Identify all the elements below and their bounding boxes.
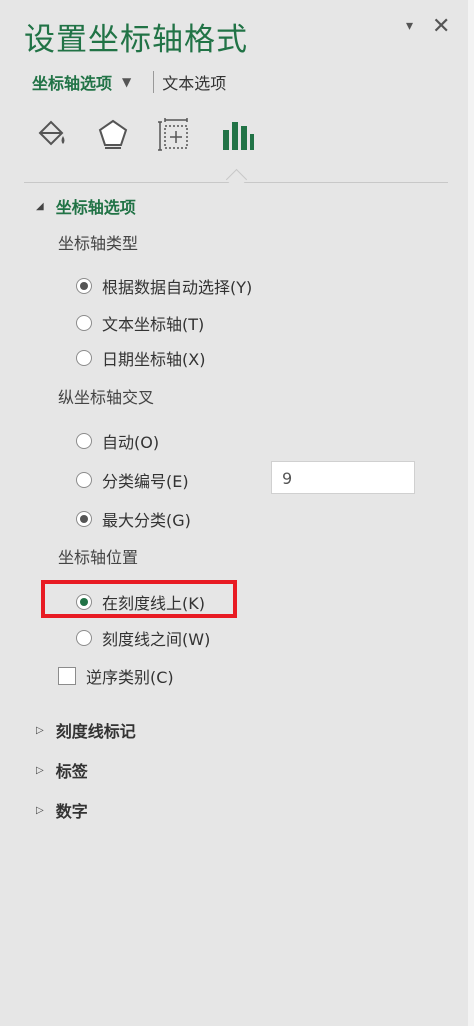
category-icon-bar — [32, 116, 262, 156]
radio-between-tick-marks[interactable]: 刻度线之间(W) — [76, 626, 210, 650]
radio-label: 文本坐标轴(T) — [102, 315, 205, 334]
radio-indicator[interactable] — [76, 511, 92, 527]
triangle-down-icon: ◢ — [36, 200, 44, 212]
radio-indicator[interactable] — [76, 472, 92, 488]
pane-title: 设置坐标轴格式 — [24, 22, 248, 58]
axis-type-label: 坐标轴类型 — [58, 234, 139, 253]
size-properties-icon[interactable] — [156, 116, 194, 154]
section-tick-marks[interactable]: ▷ 刻度线标记 — [36, 718, 136, 742]
radio-indicator[interactable] — [76, 278, 92, 294]
radio-label: 自动(O) — [102, 433, 160, 452]
tab-text-options[interactable]: 文本选项 — [162, 70, 226, 94]
triangle-right-icon: ▷ — [36, 804, 44, 816]
active-tab-pointer — [225, 168, 248, 191]
tab-separator — [153, 71, 155, 93]
section-axis-options[interactable]: ◢ 坐标轴选项 — [36, 194, 136, 218]
pentagon-effects-icon[interactable] — [94, 116, 132, 154]
section-number[interactable]: ▷ 数字 — [36, 798, 88, 822]
radio-indicator[interactable] — [76, 350, 92, 366]
chevron-down-icon[interactable]: ▼ — [122, 75, 131, 89]
radio-auto-select[interactable]: 根据数据自动选择(Y) — [76, 274, 252, 298]
radio-text-axis[interactable]: 文本坐标轴(T) — [76, 311, 204, 335]
section-axis-options-label: 坐标轴选项 — [55, 198, 136, 217]
format-axis-pane: 设置坐标轴格式 ▾ ✕ 坐标轴选项 ▼ 文本选项 ◢ 坐标轴选项 坐标轴类型 根… — [0, 0, 474, 1026]
radio-indicator[interactable] — [76, 433, 92, 449]
triangle-right-icon: ▷ — [36, 764, 44, 776]
radio-cross-auto[interactable]: 自动(O) — [76, 429, 159, 453]
radio-label: 分类编号(E) — [102, 472, 189, 491]
radio-max-category[interactable]: 最大分类(G) — [76, 507, 191, 531]
section-labels-label: 标签 — [55, 762, 88, 781]
radio-label: 日期坐标轴(X) — [102, 350, 206, 369]
highlight-box — [41, 580, 237, 618]
close-icon[interactable]: ✕ — [432, 14, 450, 39]
checkbox-label: 逆序类别(C) — [86, 668, 174, 687]
pane-options-dropdown-icon[interactable]: ▾ — [406, 18, 413, 34]
option-tabs: 坐标轴选项 ▼ 文本选项 — [32, 70, 226, 94]
section-tick-marks-label: 刻度线标记 — [55, 722, 136, 741]
section-number-label: 数字 — [55, 802, 88, 821]
checkbox-reverse-order[interactable]: 逆序类别(C) — [58, 664, 174, 688]
pane-scroll-edge — [468, 0, 474, 1026]
radio-label: 最大分类(G) — [102, 511, 191, 530]
fill-bucket-icon[interactable] — [32, 116, 70, 154]
triangle-right-icon: ▷ — [36, 724, 44, 736]
radio-indicator[interactable] — [76, 630, 92, 646]
radio-label: 根据数据自动选择(Y) — [102, 278, 253, 297]
vertical-cross-label: 纵坐标轴交叉 — [58, 388, 155, 407]
checkbox-indicator[interactable] — [58, 667, 76, 685]
axis-position-label: 坐标轴位置 — [58, 548, 139, 567]
bar-chart-icon[interactable] — [218, 116, 256, 154]
tab-axis-options[interactable]: 坐标轴选项 — [32, 70, 112, 94]
radio-date-axis[interactable]: 日期坐标轴(X) — [76, 346, 205, 370]
category-number-input[interactable]: 9 — [271, 461, 415, 494]
radio-label: 刻度线之间(W) — [102, 630, 211, 649]
section-labels[interactable]: ▷ 标签 — [36, 758, 88, 782]
radio-indicator[interactable] — [76, 315, 92, 331]
radio-category-number[interactable]: 分类编号(E) — [76, 468, 189, 492]
